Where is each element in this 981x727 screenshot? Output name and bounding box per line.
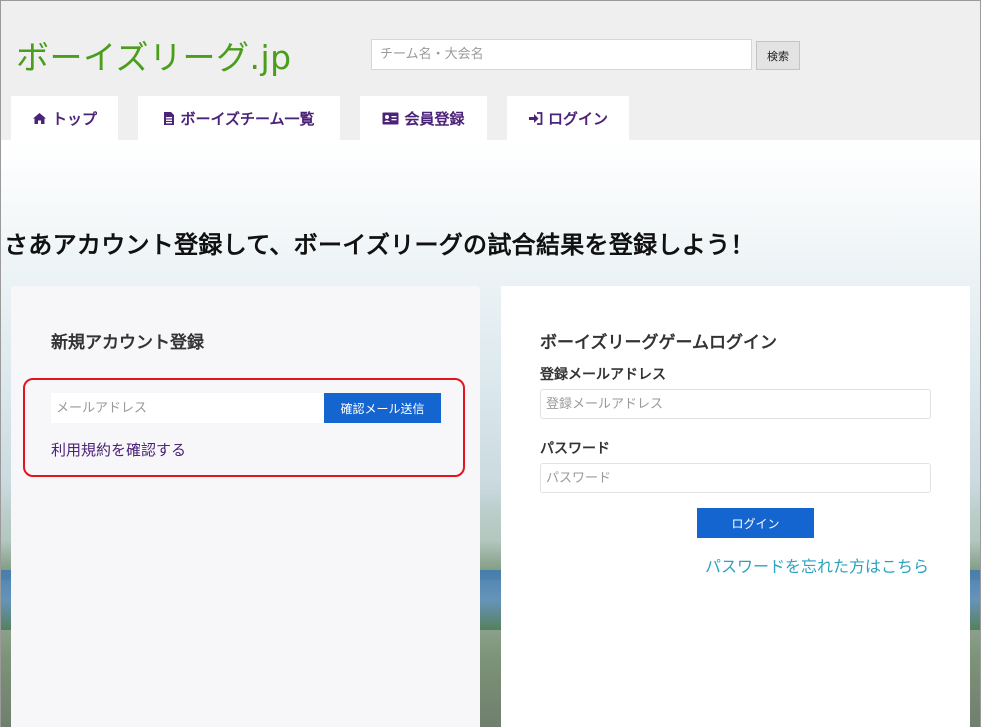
tab-member-register[interactable]: 会員登録 [360, 96, 487, 140]
home-icon [32, 112, 47, 125]
login-title: ボーイズリーグゲームログイン [540, 333, 777, 353]
tab-login[interactable]: ログイン [507, 96, 629, 140]
send-confirmation-button[interactable]: 確認メール送信 [324, 393, 441, 423]
register-title: 新規アカウント登録 [51, 333, 204, 353]
site-logo[interactable]: ボーイズリーグ.jp [16, 31, 292, 79]
tab-label: ボーイズチーム一覧 [180, 109, 315, 128]
login-button[interactable]: ログイン [697, 508, 814, 538]
login-email-input[interactable] [540, 389, 931, 419]
forgot-password-link[interactable]: パスワードを忘れた方はこちら [705, 553, 929, 577]
tab-label: ログイン [547, 109, 608, 128]
terms-link[interactable]: 利用規約を確認する [51, 439, 186, 460]
login-email-label: 登録メールアドレス [540, 367, 666, 383]
page-headline: さあアカウント登録して、ボーイズリーグの試合結果を登録しよう！ [4, 231, 755, 259]
search-input[interactable] [371, 39, 752, 70]
register-email-input[interactable] [51, 393, 325, 423]
tab-label: トップ [51, 109, 97, 128]
search-button[interactable]: 検索 [756, 41, 800, 70]
site-header: ボーイズリーグ.jp 検索 トップ ボーイズチーム一覧 会員登録 ログイン [1, 1, 980, 140]
password-label: パスワード [540, 441, 610, 457]
tab-top[interactable]: トップ [11, 96, 118, 140]
id-card-icon [382, 112, 399, 125]
document-icon [163, 111, 175, 126]
tab-label: 会員登録 [404, 109, 465, 128]
password-input[interactable] [540, 463, 931, 493]
sign-in-icon [528, 111, 543, 125]
tab-team-list[interactable]: ボーイズチーム一覧 [138, 96, 340, 140]
